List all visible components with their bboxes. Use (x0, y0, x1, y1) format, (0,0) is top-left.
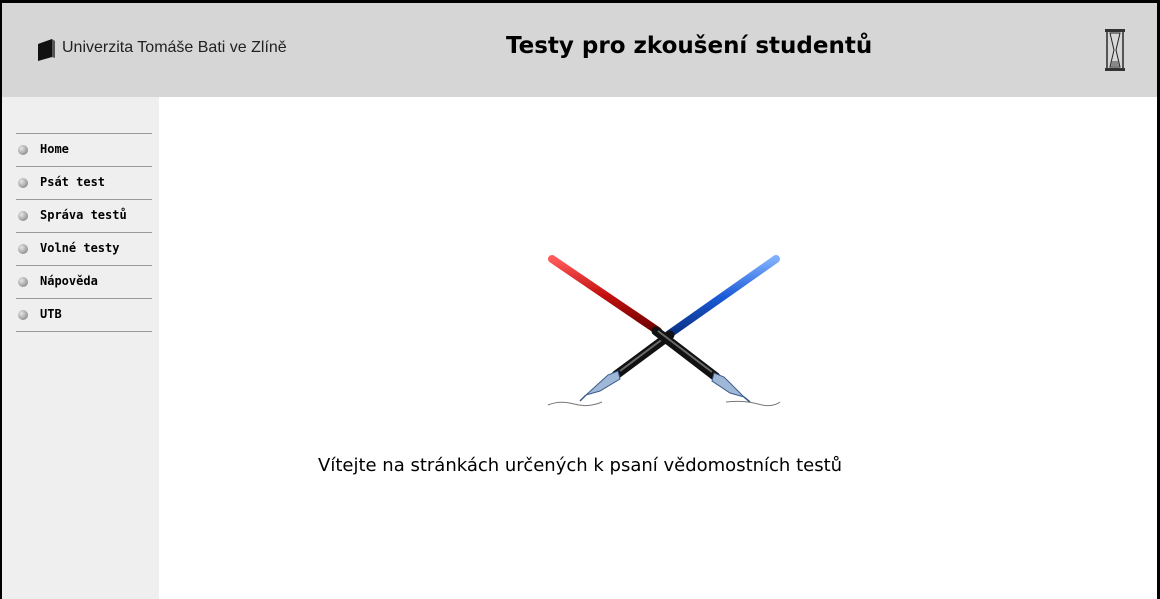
page-frame: Univerzita Tomáše Bati ve Zlíně Testy pr… (0, 0, 1160, 599)
page-title: Testy pro zkoušení studentů (506, 33, 873, 59)
header: Univerzita Tomáše Bati ve Zlíně Testy pr… (2, 3, 1157, 97)
sidebar-nav: Home Psát test Správa testů Volné testy … (16, 133, 152, 332)
sidebar: Home Psát test Správa testů Volné testy … (2, 97, 159, 599)
bullet-icon (18, 244, 28, 254)
bullet-icon (18, 211, 28, 221)
crossed-pens-illustration (547, 255, 781, 407)
sidebar-item-napoveda[interactable]: Nápověda (16, 266, 152, 299)
sidebar-item-utb[interactable]: UTB (16, 299, 152, 332)
sidebar-item-label[interactable]: Nápověda (40, 274, 98, 288)
sidebar-item-sprava-testu[interactable]: Správa testů (16, 200, 152, 233)
sidebar-item-label[interactable]: Volné testy (40, 241, 119, 255)
university-name[interactable]: Univerzita Tomáše Bati ve Zlíně (62, 39, 287, 57)
bullet-icon (18, 310, 28, 320)
sidebar-item-psat-test[interactable]: Psát test (16, 167, 152, 200)
sidebar-item-label[interactable]: Správa testů (40, 208, 127, 222)
hourglass-icon (1105, 29, 1125, 71)
sidebar-item-label[interactable]: Home (40, 142, 69, 156)
welcome-message: Vítejte na stránkách určených k psaní vě… (318, 455, 843, 476)
sidebar-item-volne-testy[interactable]: Volné testy (16, 233, 152, 266)
bullet-icon (18, 178, 28, 188)
sidebar-item-label[interactable]: UTB (40, 307, 62, 321)
sidebar-item-label[interactable]: Psát test (40, 175, 105, 189)
university-logo-icon (38, 39, 55, 61)
bullet-icon (18, 277, 28, 287)
bullet-icon (18, 145, 28, 155)
sidebar-item-home[interactable]: Home (16, 134, 152, 167)
